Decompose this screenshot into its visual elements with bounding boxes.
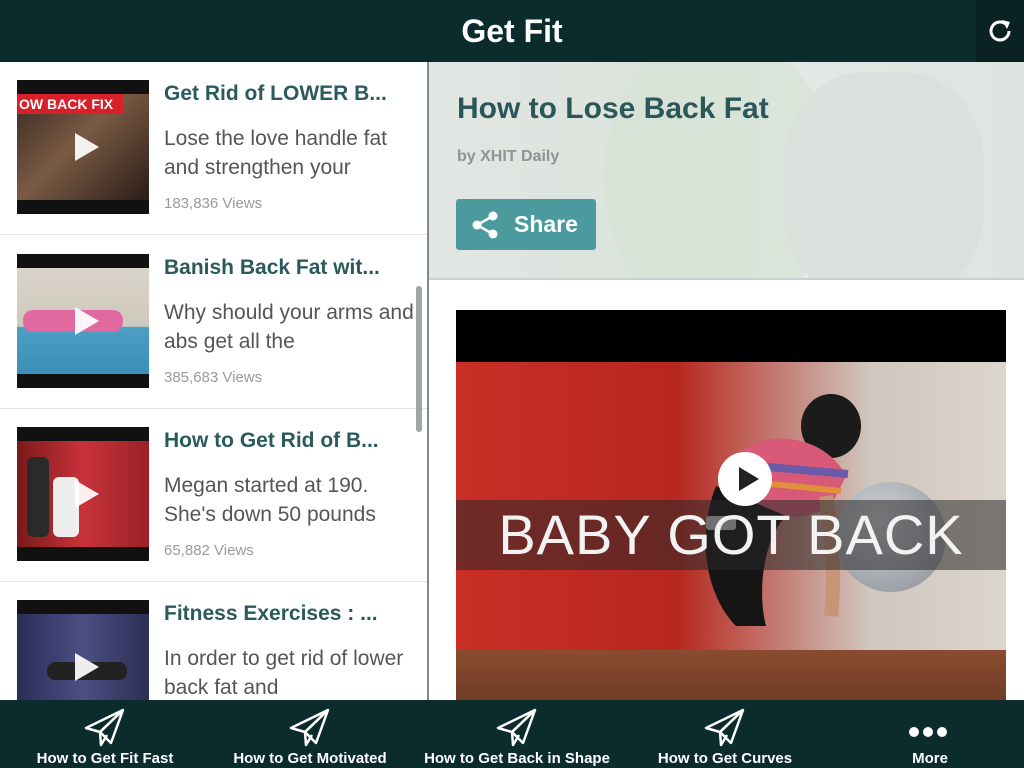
video-caption: BABY GOT BACK	[456, 500, 1006, 570]
list-item[interactable]: How to Get Rid of B... Megan started at …	[0, 409, 427, 582]
video-title[interactable]: Fitness Exercises : ...	[164, 602, 414, 626]
tab-how-to-get-fit-fast[interactable]: How to Get Fit Fast	[22, 700, 188, 768]
video-thumbnail[interactable]: OW BACK FIX	[17, 80, 149, 214]
tab-more[interactable]: More	[880, 700, 980, 768]
video-description: Megan started at 190. She's down 50 poun…	[164, 474, 376, 526]
tab-label: More	[912, 750, 948, 767]
tab-label: How to Get Back in Shape	[424, 750, 610, 767]
video-title[interactable]: Banish Back Fat wit...	[164, 256, 414, 280]
paper-plane-icon	[704, 708, 745, 747]
video-thumbnail[interactable]	[17, 427, 149, 561]
thumbnail-banner: OW BACK FIX	[17, 94, 123, 114]
article-title: How to Lose Back Fat	[457, 92, 769, 125]
tab-how-to-get-curves[interactable]: How to Get Curves	[640, 700, 810, 768]
paper-plane-icon	[289, 708, 330, 747]
paper-plane-icon	[496, 708, 537, 747]
view-count: 183,836 Views	[164, 195, 263, 212]
video-description: In order to get rid of lower back fat an…	[164, 647, 404, 699]
tab-how-to-get-back-in-shape[interactable]: How to Get Back in Shape	[414, 700, 620, 768]
list-item[interactable]: OW BACK FIX Get Rid of LOWER B... Lose t…	[0, 62, 427, 235]
share-icon	[472, 211, 498, 239]
video-description: Why should your arms and abs get all the	[164, 301, 414, 353]
more-dots-icon	[909, 724, 951, 737]
play-icon[interactable]	[718, 452, 772, 506]
list-scrollbar[interactable]	[416, 286, 422, 432]
play-icon	[75, 133, 99, 161]
list-item[interactable]: Banish Back Fat wit... Why should your a…	[0, 236, 427, 409]
video-player[interactable]: BABY GOT BACK	[456, 310, 1006, 702]
video-title[interactable]: How to Get Rid of B...	[164, 429, 414, 453]
paper-plane-icon	[84, 708, 125, 747]
article-byline: by XHIT Daily	[457, 148, 560, 165]
bottom-navigation: How to Get Fit Fast How to Get Motivated…	[0, 700, 1024, 768]
play-icon	[75, 307, 99, 335]
video-thumbnail[interactable]	[17, 254, 149, 388]
refresh-icon	[989, 20, 1011, 42]
video-list[interactable]: OW BACK FIX Get Rid of LOWER B... Lose t…	[0, 62, 429, 700]
list-item[interactable]: Fitness Exercises : ... In order to get …	[0, 582, 427, 700]
tab-label: How to Get Motivated	[233, 750, 387, 767]
view-count: 65,882 Views	[164, 542, 254, 559]
tab-how-to-get-motivated[interactable]: How to Get Motivated	[220, 700, 400, 768]
article-content: BABY GOT BACK	[429, 278, 1024, 702]
tab-label: How to Get Curves	[657, 750, 793, 767]
video-title[interactable]: Get Rid of LOWER B...	[164, 82, 414, 106]
article-header: How to Lose Back Fat by XHIT Daily Share	[429, 62, 1024, 278]
play-icon	[75, 653, 99, 681]
refresh-button[interactable]	[976, 0, 1024, 62]
play-icon	[75, 480, 99, 508]
video-thumbnail[interactable]	[17, 600, 149, 700]
top-app-bar: Get Fit	[0, 0, 1024, 62]
share-button[interactable]: Share	[456, 199, 596, 250]
share-label: Share	[514, 211, 578, 237]
view-count: 385,683 Views	[164, 369, 263, 386]
tab-label: How to Get Fit Fast	[36, 750, 174, 767]
app-title: Get Fit	[461, 13, 563, 49]
video-description: Lose the love handle fat and strengthen …	[164, 127, 388, 179]
